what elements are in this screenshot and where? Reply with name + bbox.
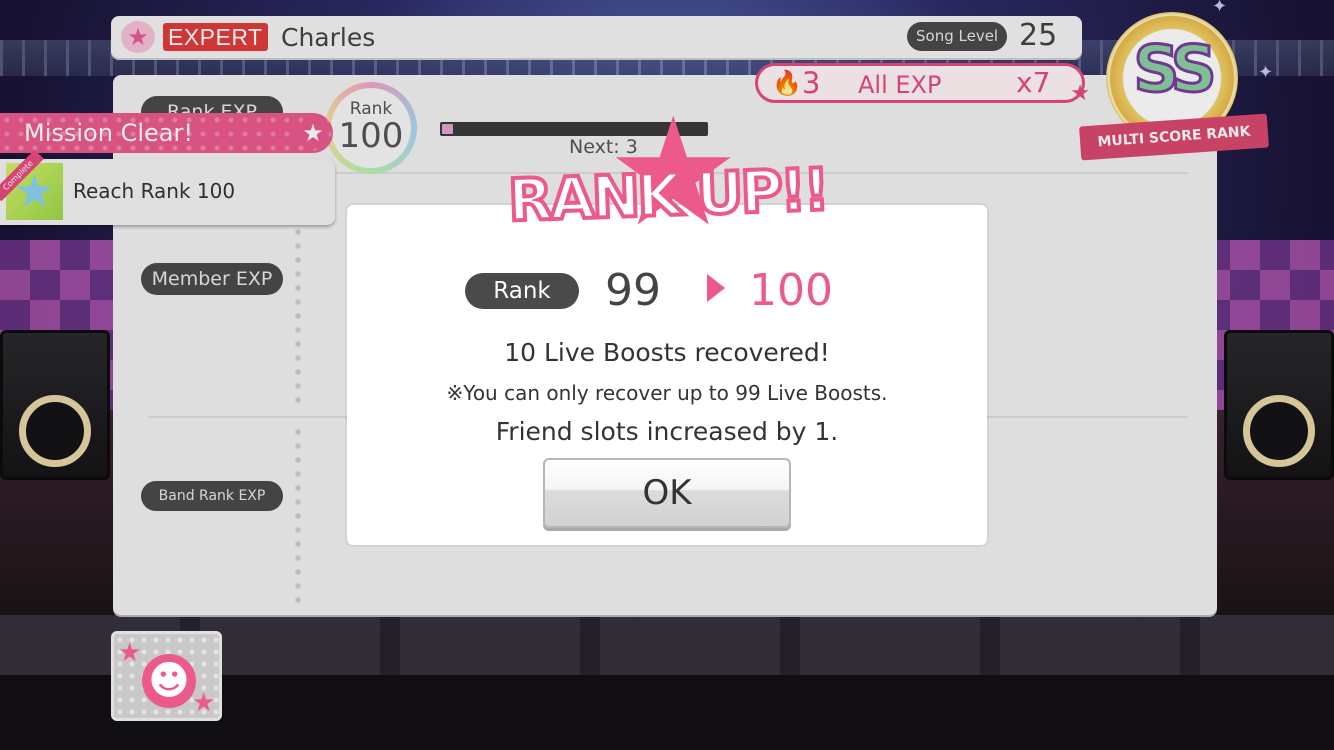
live-boosts-message: 10 Live Boosts recovered!	[504, 338, 830, 367]
live-boosts-note: ※You can only recover up to 99 Live Boos…	[446, 381, 888, 405]
rank-up-headline: RANK UP!!	[505, 153, 830, 236]
old-rank-value: 99	[605, 265, 661, 316]
smiley-icon: ☻	[142, 654, 196, 708]
friend-slots-message: Friend slots increased by 1.	[495, 417, 839, 446]
star-icon: ★	[192, 688, 216, 718]
star-icon: ★	[118, 638, 142, 668]
arrow-right-icon	[707, 274, 725, 302]
new-rank-value: 100	[749, 265, 833, 316]
dialog-rank-label: Rank	[465, 273, 579, 309]
ok-button[interactable]: OK	[543, 458, 791, 528]
stamp-button[interactable]: ★ ★ ☻	[111, 631, 222, 721]
